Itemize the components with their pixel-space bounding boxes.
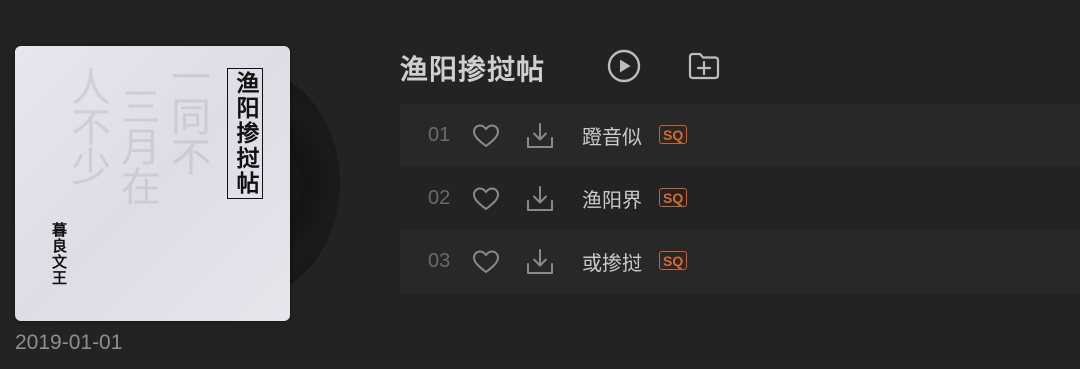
heart-icon <box>472 250 500 274</box>
track-title: 蹬音似 <box>582 125 642 149</box>
track-title: 渔阳界 <box>582 188 642 212</box>
download-icon <box>527 249 553 274</box>
sq-quality-badge: SQ <box>659 125 688 144</box>
heart-icon <box>472 124 500 148</box>
track-number: 03 <box>428 250 451 272</box>
track-list: 01 蹬音似 SQ 02 渔阳界 SQ 03 或掺挝 SQ <box>400 104 1080 293</box>
folder-add-icon <box>688 52 720 80</box>
cover-calligraphy-decoration: 三月在 <box>114 86 160 206</box>
album-title: 渔阳掺挝帖 <box>400 53 546 86</box>
like-button[interactable] <box>472 249 500 275</box>
album-cover[interactable]: 一同不 三月在 人不少 渔阳掺挝帖 暮良文王 <box>15 46 290 321</box>
download-button[interactable] <box>525 184 555 214</box>
track-row[interactable]: 02 渔阳界 SQ <box>400 167 1080 230</box>
download-icon <box>527 123 553 148</box>
cover-calligraphy-decoration: 人不少 <box>64 66 110 186</box>
track-row[interactable]: 01 蹬音似 SQ <box>400 104 1080 167</box>
track-number: 02 <box>428 187 451 209</box>
cover-calligraphy-decoration: 一同不 <box>164 56 210 176</box>
download-button[interactable] <box>525 121 555 151</box>
album-detail-panel: 一同不 三月在 人不少 渔阳掺挝帖 暮良文王 2019-01-01 渔阳掺挝帖 … <box>0 0 1080 369</box>
sq-quality-badge: SQ <box>659 188 688 207</box>
like-button[interactable] <box>472 123 500 149</box>
heart-icon <box>472 187 500 211</box>
release-date: 2019-01-01 <box>15 331 123 354</box>
track-number: 01 <box>428 124 451 146</box>
sq-quality-badge: SQ <box>659 251 688 270</box>
add-to-playlist-button[interactable] <box>687 49 721 83</box>
download-button[interactable] <box>525 247 555 277</box>
like-button[interactable] <box>472 186 500 212</box>
play-circle-icon <box>607 49 641 83</box>
cover-title: 渔阳掺挝帖 <box>227 68 263 199</box>
track-row[interactable]: 03 或掺挝 SQ <box>400 230 1080 293</box>
play-all-button[interactable] <box>607 49 641 83</box>
download-icon <box>527 186 553 211</box>
cover-artist: 暮良文王 <box>50 222 68 286</box>
track-title: 或掺挝 <box>582 251 642 275</box>
